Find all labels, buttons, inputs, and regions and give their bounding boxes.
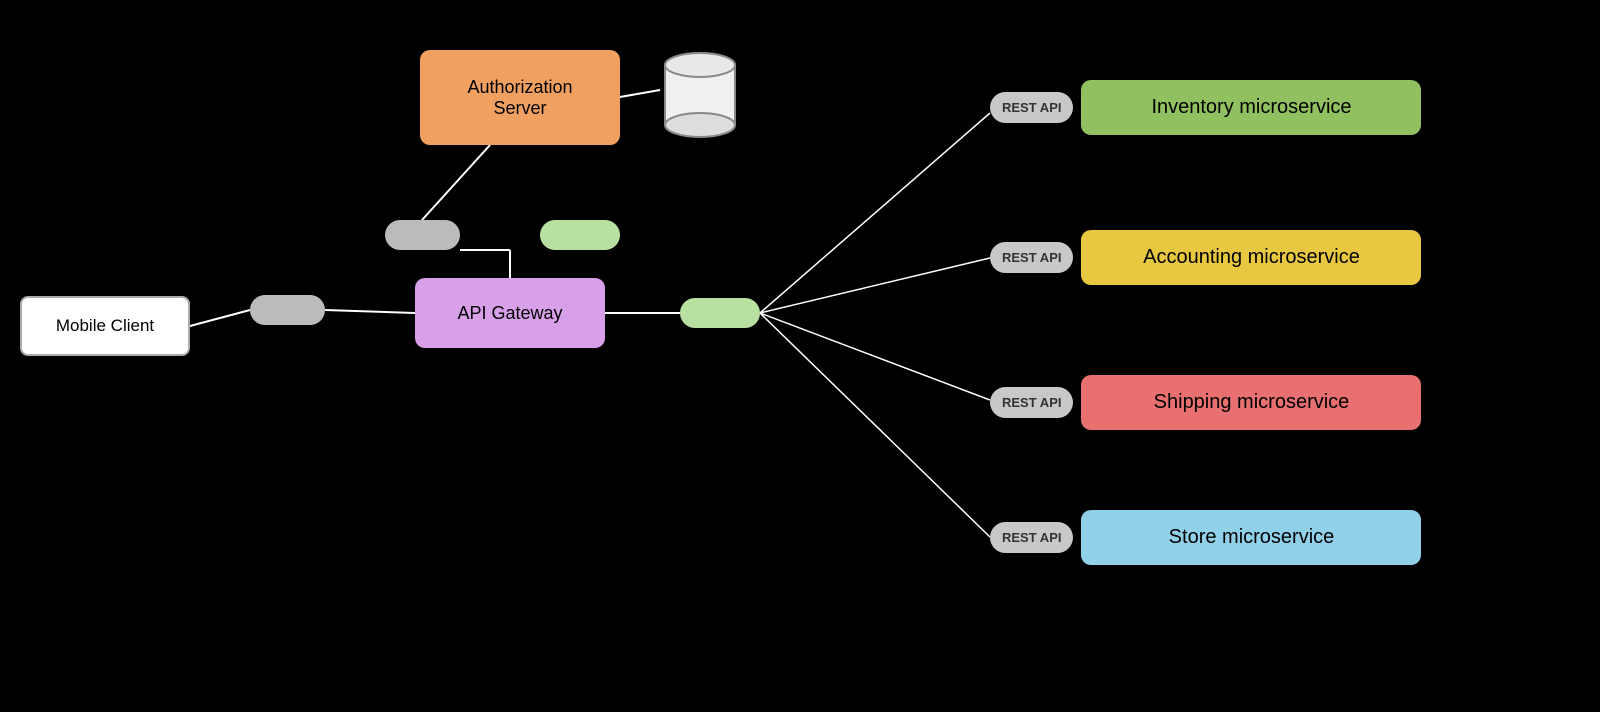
inventory-row: REST API Inventory microservice <box>990 80 1421 135</box>
inventory-microservice-box: Inventory microservice <box>1081 80 1421 135</box>
api-gateway-label: API Gateway <box>457 303 562 324</box>
store-microservice-box: Store microservice <box>1081 510 1421 565</box>
database-icon <box>660 50 740 140</box>
shipping-label: Shipping microservice <box>1154 391 1350 413</box>
shipping-row: REST API Shipping microservice <box>990 375 1421 430</box>
store-row: REST API Store microservice <box>990 510 1421 565</box>
accounting-row: REST API Accounting microservice <box>990 230 1421 285</box>
shipping-rest-api-badge: REST API <box>990 387 1073 418</box>
mobile-client-label: Mobile Client <box>56 316 154 336</box>
mobile-client-box: Mobile Client <box>20 296 190 356</box>
pill-gray-2 <box>250 295 325 325</box>
accounting-label: Accounting microservice <box>1143 246 1360 268</box>
inventory-label: Inventory microservice <box>1151 96 1351 118</box>
api-gateway-box: API Gateway <box>415 278 605 348</box>
inventory-rest-api-badge: REST API <box>990 92 1073 123</box>
auth-server-box: AuthorizationServer <box>420 50 620 145</box>
diagram-container: Mobile Client AuthorizationServer API Ga… <box>0 0 1600 712</box>
pill-gray-1 <box>385 220 460 250</box>
store-rest-api-badge: REST API <box>990 522 1073 553</box>
accounting-microservice-box: Accounting microservice <box>1081 230 1421 285</box>
pill-green-1 <box>540 220 620 250</box>
shipping-microservice-box: Shipping microservice <box>1081 375 1421 430</box>
store-label: Store microservice <box>1169 526 1335 548</box>
pill-green-2 <box>680 298 760 328</box>
auth-server-label: AuthorizationServer <box>467 77 572 119</box>
accounting-rest-api-badge: REST API <box>990 242 1073 273</box>
